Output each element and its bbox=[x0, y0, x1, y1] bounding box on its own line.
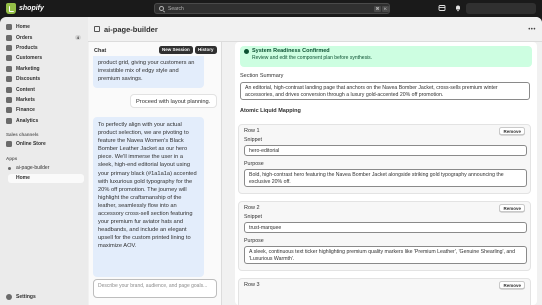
sidebar-item-customers[interactable]: Customers bbox=[0, 53, 88, 63]
sidebar-item-markets[interactable]: Markets bbox=[0, 95, 88, 105]
sidebar-item-label: Markets bbox=[16, 96, 35, 103]
chat-header: Chat New Session History bbox=[94, 46, 218, 55]
sidebar-item-home[interactable]: Home bbox=[0, 22, 88, 32]
chat-label: Chat bbox=[94, 47, 107, 54]
row-title: Row 3 bbox=[244, 282, 260, 288]
k-key-hint: K bbox=[382, 6, 389, 12]
assistant-message: To perfectly align with your actual prod… bbox=[93, 117, 204, 277]
discounts-icon bbox=[6, 76, 12, 83]
user-message: Proceed with layout planning. bbox=[130, 94, 217, 108]
assistant-message: product grid, giving your customers an i… bbox=[93, 56, 204, 88]
sidebar-item-label: Marketing bbox=[16, 65, 40, 72]
sidebar-item-label: Content bbox=[16, 86, 35, 93]
search-input[interactable]: Search ⌘ K bbox=[154, 3, 390, 14]
snippet-label: Snippet bbox=[244, 214, 262, 220]
purpose-label: Purpose bbox=[244, 161, 264, 167]
mapping-row: Row 1 Remove Snippet hero-editorial Purp… bbox=[238, 124, 531, 194]
banner-text: Review and edit the component plan befor… bbox=[252, 55, 373, 61]
sidebar-item-ai-page-builder[interactable]: ai-page-builder bbox=[0, 163, 88, 173]
sidebar-item-label: Orders bbox=[16, 34, 33, 41]
app-icon bbox=[8, 166, 11, 170]
snippet-field[interactable]: hero-editorial bbox=[244, 145, 527, 156]
sidebar-subitem-home[interactable]: Home bbox=[8, 173, 84, 183]
sidebar-item-finance[interactable]: Finance bbox=[0, 105, 88, 115]
row-title: Row 2 bbox=[244, 205, 260, 211]
bell-icon[interactable] bbox=[454, 4, 462, 12]
remove-row-button[interactable]: Remove bbox=[499, 204, 525, 212]
mapping-row: Row 3 Remove bbox=[238, 278, 531, 305]
gear-icon bbox=[6, 293, 12, 300]
sidebar-item-label: Products bbox=[16, 44, 38, 51]
new-session-button[interactable]: New Session bbox=[159, 46, 193, 54]
sidebar-item-label: Customers bbox=[16, 55, 43, 62]
orders-count-badge: 4 bbox=[74, 34, 81, 41]
analytics-icon bbox=[6, 117, 12, 124]
sidebar-item-label: Finance bbox=[16, 107, 35, 114]
store-icon[interactable] bbox=[438, 4, 446, 12]
sidebar-item-content[interactable]: Content bbox=[0, 84, 88, 94]
success-banner: System Readiness Confirmed Review and ed… bbox=[240, 46, 532, 67]
snippet-field[interactable]: trust-marquee bbox=[244, 222, 527, 233]
sidebar-item-label: Online Store bbox=[16, 141, 46, 148]
finance-icon bbox=[6, 107, 12, 114]
sidebar-item-products[interactable]: Products bbox=[0, 43, 88, 53]
check-circle-icon bbox=[244, 49, 249, 54]
sidebar-item-label: Discounts bbox=[16, 76, 41, 83]
sidebar-item-discounts[interactable]: Discounts bbox=[0, 74, 88, 84]
search-placeholder: Search bbox=[168, 5, 184, 12]
online-store-icon bbox=[6, 141, 12, 148]
mapping-heading: Atomic Liquid Mapping bbox=[240, 108, 301, 114]
page-title: ai-page-builder bbox=[104, 24, 158, 34]
marketing-icon bbox=[6, 65, 12, 72]
sidebar-item-settings[interactable]: Settings bbox=[0, 292, 88, 302]
home-icon bbox=[6, 24, 12, 31]
store-switcher[interactable] bbox=[466, 3, 536, 14]
history-button[interactable]: History bbox=[195, 46, 217, 54]
purpose-field[interactable]: A sleek, continuous text ticker highligh… bbox=[244, 246, 527, 264]
sidebar-item-label: ai-page-builder bbox=[16, 165, 50, 172]
sidebar-item-orders[interactable]: Orders 4 bbox=[0, 32, 88, 42]
orders-icon bbox=[6, 34, 12, 41]
products-icon bbox=[6, 44, 12, 51]
row-title: Row 1 bbox=[244, 128, 260, 134]
section-summary-field[interactable]: An editorial, high-contrast landing page… bbox=[240, 82, 530, 100]
search-icon bbox=[159, 6, 164, 11]
remove-row-button[interactable]: Remove bbox=[499, 127, 525, 135]
shopify-logo[interactable]: shopify bbox=[6, 3, 44, 14]
sidebar-item-label: Settings bbox=[16, 293, 36, 300]
sidebar-item-analytics[interactable]: Analytics bbox=[0, 116, 88, 126]
mapping-row: Row 2 Remove Snippet trust-marquee Purpo… bbox=[238, 201, 531, 271]
more-actions-icon[interactable]: ••• bbox=[528, 27, 536, 33]
app-grid-icon bbox=[94, 26, 100, 32]
sales-channels-heading[interactable]: Sales channels bbox=[0, 130, 88, 139]
sidebar-item-label: Analytics bbox=[16, 117, 39, 124]
main-area: ai-page-builder ••• Chat New Session His… bbox=[88, 17, 542, 305]
chat-input[interactable]: Describe your brand, audience, and page … bbox=[93, 279, 217, 298]
brand-name: shopify bbox=[19, 5, 44, 12]
purpose-label: Purpose bbox=[244, 238, 264, 244]
sidebar-item-label: Home bbox=[16, 24, 30, 31]
section-summary-label: Section Summary bbox=[240, 73, 284, 79]
plan-panel: System Readiness Confirmed Review and ed… bbox=[235, 42, 537, 305]
customers-icon bbox=[6, 55, 12, 62]
banner-title: System Readiness Confirmed bbox=[252, 48, 330, 54]
content-icon bbox=[6, 86, 12, 93]
app-header: ai-page-builder ••• bbox=[88, 17, 542, 42]
sidebar-item-marketing[interactable]: Marketing bbox=[0, 64, 88, 74]
apps-heading[interactable]: Apps bbox=[0, 154, 88, 163]
sidebar-item-online-store[interactable]: Online Store bbox=[0, 139, 88, 149]
top-bar: shopify Search ⌘ K bbox=[0, 0, 542, 17]
shopify-bag-icon bbox=[6, 3, 16, 14]
command-key-hint: ⌘ bbox=[374, 6, 381, 12]
sidebar: Home Orders 4 Products Customers Marketin… bbox=[0, 17, 88, 305]
markets-icon bbox=[6, 96, 12, 103]
snippet-label: Snippet bbox=[244, 137, 262, 143]
purpose-field[interactable]: Bold, high-contrast hero featuring the N… bbox=[244, 169, 527, 187]
chat-panel: Chat New Session History product grid, g… bbox=[89, 42, 222, 305]
remove-row-button[interactable]: Remove bbox=[499, 281, 525, 289]
